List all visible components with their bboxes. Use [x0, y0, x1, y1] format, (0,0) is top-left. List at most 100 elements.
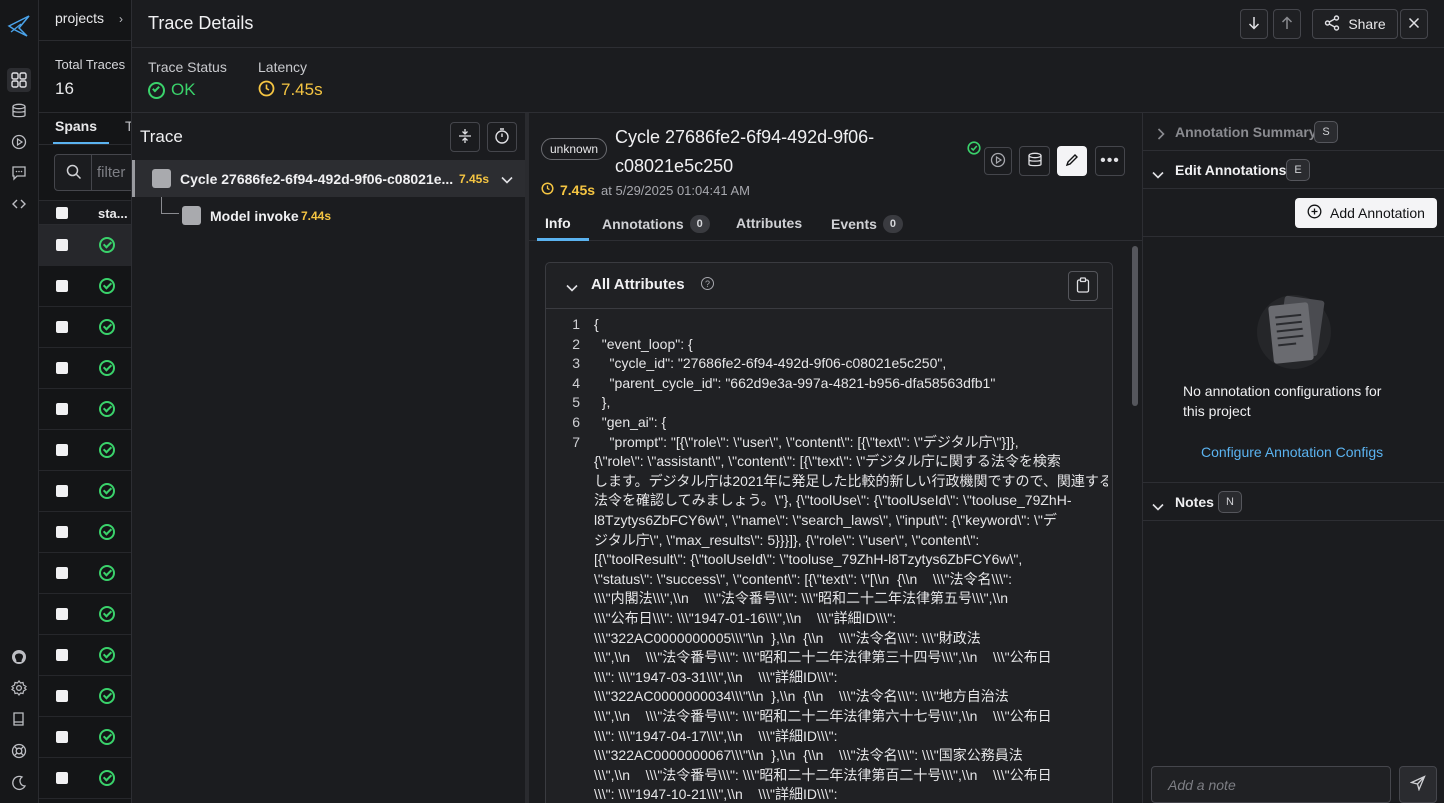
status-ok-icon: [99, 565, 115, 581]
add-annotation-button[interactable]: Add Annotation: [1295, 198, 1437, 228]
span-kind-icon: [152, 169, 171, 188]
table-row[interactable]: [39, 635, 131, 676]
details-scrollbar[interactable]: [1131, 246, 1139, 803]
row-checkbox[interactable]: [56, 362, 68, 374]
help-icon[interactable]: ?: [701, 277, 714, 290]
scrollbar-thumb[interactable]: [1132, 246, 1138, 406]
table-row[interactable]: [39, 225, 131, 266]
row-checkbox[interactable]: [56, 772, 68, 784]
row-checkbox[interactable]: [56, 485, 68, 497]
code-text: \\\",\\n \\\"法令番号\\\": \\\"昭和二十二年法律第三十四号…: [594, 649, 1052, 666]
notes-header[interactable]: Notes N: [1143, 482, 1444, 521]
row-checkbox[interactable]: [56, 649, 68, 661]
status-ok-icon: [99, 647, 115, 663]
row-checkbox[interactable]: [56, 567, 68, 579]
add-to-dataset-button[interactable]: [1019, 146, 1050, 176]
table-row[interactable]: [39, 758, 131, 799]
edit-annotations-header[interactable]: Edit Annotations E: [1143, 151, 1444, 189]
collapse-vertical-icon: [458, 128, 472, 147]
tab-info[interactable]: Info: [545, 215, 571, 231]
projects-icon[interactable]: [7, 68, 31, 92]
table-row[interactable]: [39, 430, 131, 471]
close-button[interactable]: [1400, 9, 1428, 39]
share-icon: [1324, 14, 1340, 34]
previous-trace-button[interactable]: [1273, 9, 1301, 39]
status-column-header[interactable]: sta...: [98, 206, 128, 221]
collapse-all-button[interactable]: [450, 122, 480, 152]
note-input[interactable]: Add a note: [1151, 766, 1391, 803]
more-actions-button[interactable]: •••: [1095, 146, 1125, 176]
row-checkbox[interactable]: [56, 608, 68, 620]
line-number: 6: [572, 414, 580, 430]
line-number: 4: [572, 374, 580, 391]
plus-circle-icon: [1307, 204, 1322, 222]
row-checkbox[interactable]: [56, 526, 68, 538]
row-checkbox[interactable]: [56, 403, 68, 415]
row-checkbox[interactable]: [56, 321, 68, 333]
timing-toggle-button[interactable]: [487, 122, 517, 152]
row-checkbox[interactable]: [56, 444, 68, 456]
table-row[interactable]: [39, 717, 131, 758]
table-row[interactable]: [39, 512, 131, 553]
table-row[interactable]: [39, 307, 131, 348]
code-text: \\\": \\\"1947-04-17\\\",\\n \\\"詳細ID\\\…: [594, 727, 838, 744]
settings-icon[interactable]: [7, 676, 31, 700]
github-icon[interactable]: [7, 645, 31, 669]
next-trace-button[interactable]: [1240, 9, 1268, 39]
close-icon: [1408, 16, 1420, 32]
row-checkbox[interactable]: [56, 731, 68, 743]
docs-icon[interactable]: [7, 707, 31, 731]
row-checkbox[interactable]: [56, 280, 68, 292]
empty-message-line2: this project: [1183, 403, 1251, 419]
playground-icon[interactable]: [7, 130, 31, 154]
add-annotation-label: Add Annotation: [1330, 205, 1425, 221]
line-number: 1: [572, 316, 580, 332]
annotate-button[interactable]: [1057, 146, 1087, 176]
code-icon[interactable]: [7, 192, 31, 216]
table-row[interactable]: [39, 676, 131, 717]
logo-icon[interactable]: [7, 14, 31, 38]
shortcut-key: S: [1314, 121, 1338, 143]
row-checkbox[interactable]: [56, 239, 68, 251]
shortcut-key: E: [1286, 159, 1310, 181]
total-traces-label: Total Traces: [55, 57, 126, 72]
copy-button[interactable]: [1068, 271, 1098, 301]
share-button[interactable]: Share: [1312, 9, 1398, 39]
tab-spans[interactable]: Spans: [55, 118, 97, 134]
tab-attributes[interactable]: Attributes: [736, 215, 802, 231]
send-note-button[interactable]: [1399, 766, 1437, 803]
span-kind-badge: unknown: [541, 138, 608, 160]
attributes-code-viewer[interactable]: 1 {2 "event_loop": {3 "cycle_id": "27686f…: [556, 313, 1108, 803]
prompts-icon[interactable]: [7, 161, 31, 185]
status-ok-icon: [99, 278, 115, 294]
table-row[interactable]: [39, 553, 131, 594]
select-all-checkbox[interactable]: [56, 207, 68, 219]
status-ok-icon: [99, 606, 115, 622]
code-text: \\\"322AC0000000005\\\"\\n },\\n {\\n \\…: [594, 629, 981, 646]
support-icon[interactable]: [7, 739, 31, 763]
span-row[interactable]: Model invoke 7.44s: [132, 197, 525, 233]
theme-moon-icon[interactable]: [7, 771, 31, 795]
annotation-summary-header[interactable]: Annotation Summary S: [1143, 113, 1444, 151]
breadcrumb[interactable]: projects: [55, 10, 104, 26]
status-ok-icon: [99, 729, 115, 745]
table-row[interactable]: [39, 471, 131, 512]
attributes-card-header[interactable]: All Attributes ?: [546, 263, 1112, 309]
table-row[interactable]: [39, 348, 131, 389]
latency: 7.45s: [258, 80, 323, 100]
table-row[interactable]: [39, 389, 131, 430]
span-timestamp: at 5/29/2025 01:04:41 AM: [601, 182, 750, 198]
chevron-down-icon[interactable]: [566, 279, 578, 295]
line-number: 2: [572, 335, 580, 352]
tab-events[interactable]: Events 0: [831, 215, 903, 233]
row-checkbox[interactable]: [56, 690, 68, 702]
span-row-selected[interactable]: Cycle 27686fe2-6f94-492d-9f06-c08021e...…: [132, 160, 525, 197]
tab-annotations[interactable]: Annotations 0: [602, 215, 710, 233]
chevron-down-icon[interactable]: [501, 171, 513, 187]
replay-button[interactable]: [984, 147, 1012, 175]
datasets-icon[interactable]: [7, 99, 31, 123]
configure-annotation-configs-link[interactable]: Configure Annotation Configs: [1201, 444, 1383, 460]
latency-label: Latency: [258, 59, 308, 75]
table-row[interactable]: [39, 594, 131, 635]
table-row[interactable]: [39, 266, 131, 307]
